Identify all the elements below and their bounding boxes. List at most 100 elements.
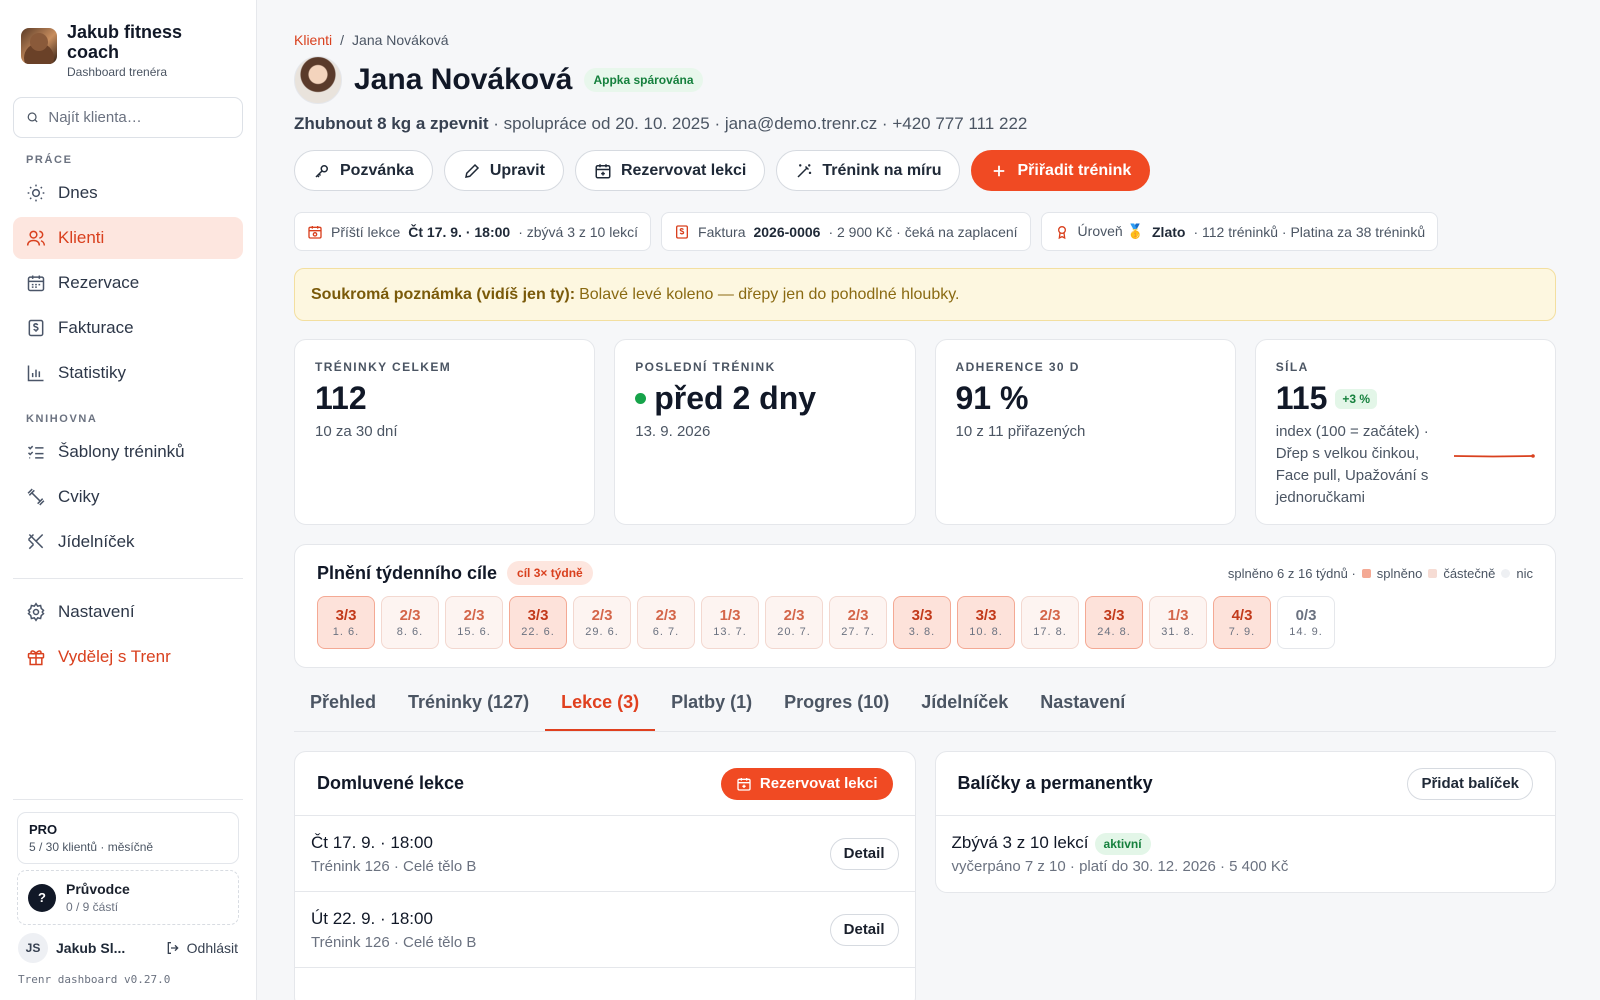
- tab-prehled[interactable]: Přehled: [294, 692, 392, 731]
- week-box[interactable]: 2/3 20. 7.: [765, 596, 823, 649]
- week-box[interactable]: 2/3 27. 7.: [829, 596, 887, 649]
- strength-change-badge: +3 %: [1335, 388, 1378, 409]
- sidebar-item-label: Nastavení: [58, 602, 135, 621]
- tab-platby[interactable]: Platby (1): [655, 692, 768, 731]
- stat-last-training: POSLEDNÍ TRÉNINK před 2 dny 13. 9. 2026: [614, 339, 916, 525]
- week-date: 3. 8.: [908, 626, 936, 638]
- week-date: 6. 7.: [652, 626, 680, 638]
- invite-button[interactable]: Pozvánka: [294, 150, 433, 191]
- strength-sparkline: [1453, 454, 1535, 458]
- book-lesson-button-small[interactable]: Rezervovat lekci: [720, 767, 893, 800]
- book-lesson-button[interactable]: Rezervovat lekci: [574, 150, 766, 191]
- level-chip[interactable]: Úroveň 🥇 Zlato · 112 tréninků · Platina …: [1040, 212, 1439, 251]
- private-note-text: Bolavé levé koleno — dřepy jen do pohodl…: [579, 285, 960, 303]
- book-lesson-label: Rezervovat lekci: [620, 161, 747, 179]
- plan-usage: 5 / 30 klientů · měsíčně: [29, 840, 154, 854]
- sidebar-item-rezervace[interactable]: Rezervace: [13, 262, 243, 304]
- legend-swatch-partial: [1428, 568, 1438, 578]
- stat-value-text: 112: [315, 380, 367, 416]
- page-title: Jana Nováková: [354, 63, 573, 96]
- assign-training-button[interactable]: Přiřadit trénink: [971, 150, 1151, 191]
- legend-swatch-done: [1361, 568, 1371, 578]
- tab-lekce[interactable]: Lekce (3): [545, 692, 656, 731]
- sidebar-item-statistiky[interactable]: Statistiky: [13, 352, 243, 394]
- week-box[interactable]: 3/3 24. 8.: [1085, 596, 1143, 649]
- week-result: 2/3: [1039, 607, 1061, 624]
- tab-progres[interactable]: Progres (10): [768, 692, 905, 731]
- legend-partial: částečně: [1443, 565, 1496, 581]
- week-box[interactable]: 2/3 6. 7.: [637, 596, 695, 649]
- week-box[interactable]: 2/3 29. 6.: [573, 596, 631, 649]
- stat-total-trainings: TRÉNINKY CELKEM 112 10 za 30 dní: [294, 339, 596, 525]
- next-lesson-label: Příští lekce: [331, 223, 401, 240]
- calendar-clock-icon: [308, 225, 322, 239]
- logout-button[interactable]: Odhlásit: [165, 940, 238, 956]
- packages-title: Balíčky a permanentky: [957, 773, 1153, 793]
- custom-training-button[interactable]: Trénink na míru: [776, 150, 961, 191]
- client-search[interactable]: [13, 97, 243, 138]
- client-subline: Zhubnout 8 kg a zpevnit · spolupráce od …: [294, 114, 1556, 134]
- weekly-goal-title: Plnění týdenního cíle: [317, 562, 498, 583]
- week-box[interactable]: 3/3 10. 8.: [957, 596, 1015, 649]
- sidebar-item-nastaveni[interactable]: Nastavení: [13, 591, 243, 633]
- tab-treninky[interactable]: Tréninky (127): [392, 692, 545, 731]
- users-icon: [26, 230, 46, 246]
- section-label-library: KNIHOVNA: [26, 413, 98, 425]
- plan-card[interactable]: PRO 5 / 30 klientů · měsíčně: [17, 812, 239, 864]
- week-result: 2/3: [655, 607, 677, 624]
- week-box[interactable]: 2/3 8. 6.: [381, 596, 439, 649]
- lesson-detail-button[interactable]: Detail: [829, 913, 899, 946]
- sidebar-item-vydelej[interactable]: Vydělej s Trenr: [13, 636, 243, 678]
- week-result: 3/3: [527, 607, 549, 624]
- week-box[interactable]: 3/3 1. 6.: [317, 596, 375, 649]
- breadcrumb-parent-link[interactable]: Klienti: [294, 32, 332, 48]
- week-date: 1. 6.: [332, 626, 360, 638]
- sidebar-item-jidelnicek[interactable]: Jídelníček: [13, 521, 243, 563]
- week-result: 3/3: [1103, 607, 1125, 624]
- search-input[interactable]: [48, 109, 230, 126]
- add-package-button[interactable]: Přidat balíček: [1407, 767, 1533, 800]
- stat-sub: 13. 9. 2026: [635, 423, 711, 440]
- sidebar-item-cviky[interactable]: Cviky: [13, 476, 243, 518]
- tab-panels: Domluvené lekce Rezervovat lekci Čt 17. …: [294, 751, 1556, 1000]
- week-result: 1/3: [1167, 607, 1189, 624]
- lesson-training: Trénink 126 · Celé tělo B: [311, 933, 477, 951]
- week-box[interactable]: 2/3 15. 6.: [445, 596, 503, 649]
- week-box[interactable]: 2/3 17. 8.: [1021, 596, 1079, 649]
- week-box[interactable]: 1/3 13. 7.: [701, 596, 759, 649]
- next-lesson-chip[interactable]: Příští lekce Čt 17. 9. · 18:00 · zbývá 3 …: [294, 212, 652, 251]
- invoice-chip[interactable]: Faktura 2026-0006 · 2 900 Kč · čeká na z…: [661, 212, 1031, 251]
- weekly-goal-card: Plnění týdenního cíle cíl 3× týdně splně…: [294, 544, 1556, 668]
- online-dot: [635, 393, 647, 404]
- tab-jidelnicek[interactable]: Jídelníček: [905, 692, 1024, 731]
- lesson-datetime: Út 22. 9. · 18:00: [311, 908, 433, 928]
- week-box[interactable]: 4/3 7. 9.: [1213, 596, 1271, 649]
- assign-training-label: Přiřadit trénink: [1017, 161, 1132, 179]
- custom-training-label: Trénink na míru: [822, 161, 942, 179]
- stat-value-text: 115: [1275, 380, 1328, 416]
- sidebar-item-klienti[interactable]: Klienti: [13, 217, 243, 259]
- sidebar-item-dnes[interactable]: Dnes: [13, 172, 243, 214]
- stat-label: POSLEDNÍ TRÉNINK: [635, 360, 776, 374]
- stat-sub: 10 z 11 přiřazených: [955, 423, 1086, 440]
- week-date: 17. 8.: [1033, 626, 1067, 638]
- calendar-plus-icon: [595, 163, 611, 178]
- week-date: 10. 8.: [969, 626, 1003, 638]
- goal-badge: cíl 3× týdně: [507, 561, 593, 585]
- sidebar-item-fakturace[interactable]: Fakturace: [13, 307, 243, 349]
- week-box[interactable]: 3/3 22. 6.: [509, 596, 567, 649]
- edit-button[interactable]: Upravit: [443, 150, 564, 191]
- week-box[interactable]: 1/3 31. 8.: [1149, 596, 1207, 649]
- week-box[interactable]: 3/3 3. 8.: [893, 596, 951, 649]
- breadcrumb-current: Jana Nováková: [352, 32, 449, 48]
- level-rest: · 112 tréninků · Platina za 38 tréninků: [1193, 223, 1426, 240]
- stat-value: 112: [315, 380, 574, 417]
- lesson-detail-button[interactable]: Detail: [829, 837, 899, 870]
- week-box[interactable]: 0/3 14. 9.: [1277, 596, 1335, 649]
- tab-nastaveni[interactable]: Nastavení: [1024, 692, 1141, 731]
- sidebar-item-sablony[interactable]: Šablony tréninků: [13, 431, 243, 473]
- week-result: 3/3: [335, 607, 357, 624]
- lesson-row-partial: [295, 968, 915, 1000]
- guide-card[interactable]: ? Průvodce 0 / 9 částí: [17, 870, 239, 925]
- stat-label: TRÉNINKY CELKEM: [315, 360, 452, 374]
